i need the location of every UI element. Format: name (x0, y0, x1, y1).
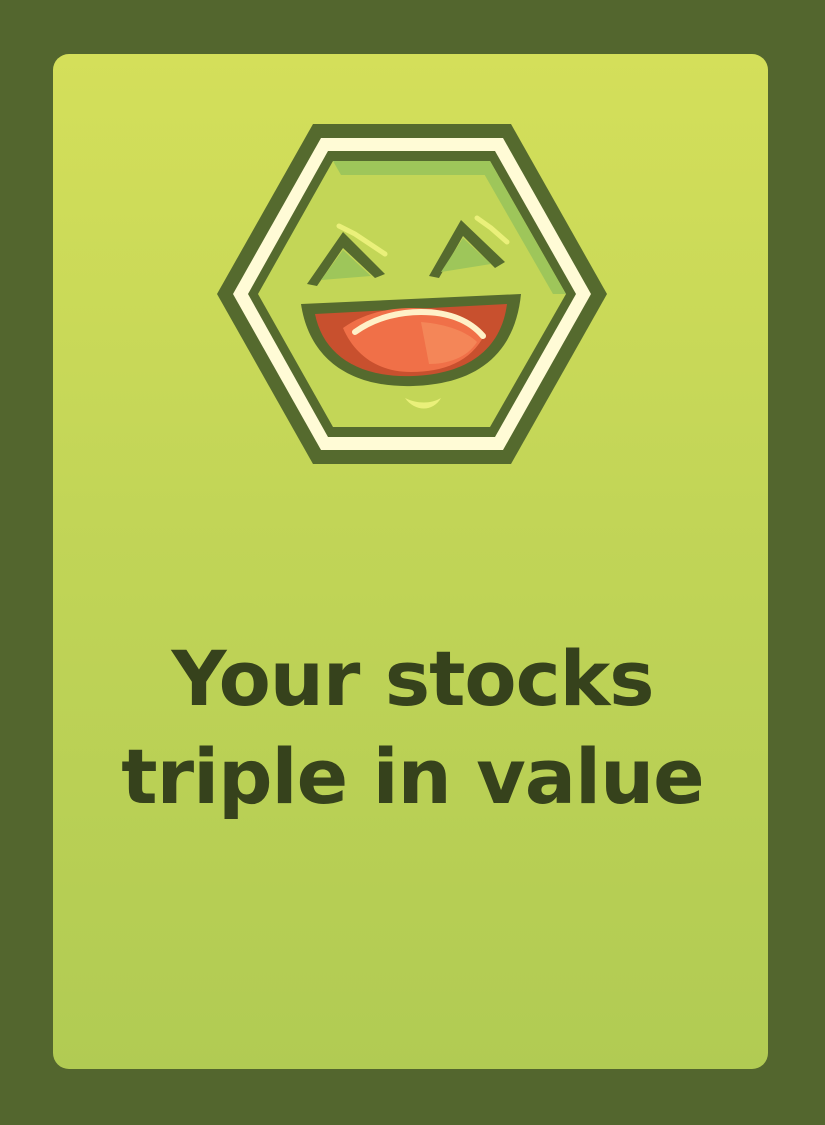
message-line-1: Your stocks (171, 634, 655, 723)
card-frame: Your stocks triple in value (0, 0, 825, 1125)
message-line-2: triple in value (121, 732, 704, 821)
card-message: Your stocks triple in value (0, 630, 825, 826)
laughing-face-hexagon-icon (217, 124, 607, 464)
